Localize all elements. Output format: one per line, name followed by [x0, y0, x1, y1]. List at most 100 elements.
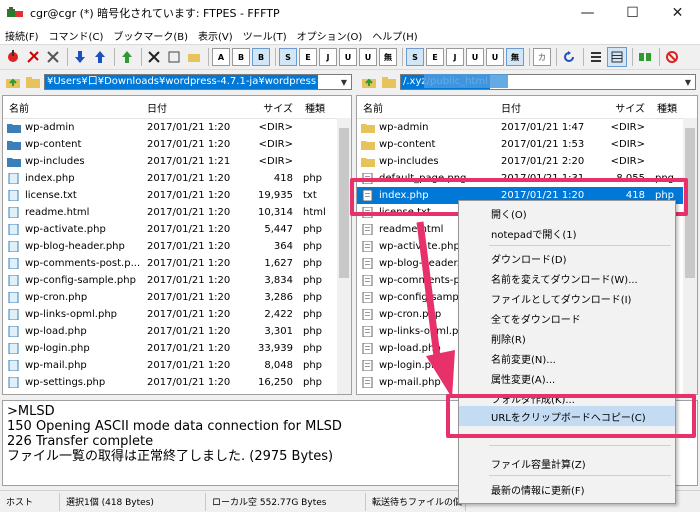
quick-connect-icon[interactable] [24, 48, 42, 66]
kanji-sjis-button[interactable]: S [279, 48, 297, 66]
ctx-copy-url[interactable]: URLをクリップボードへコピー(C) [459, 406, 675, 426]
file-row[interactable]: index.php 2017/01/21 1:20 418 php [3, 170, 351, 187]
ctx-refresh[interactable]: 最新の情報に更新(F) [459, 479, 675, 499]
ctx-download-as-file[interactable]: ファイルとしてダウンロード(I) [459, 288, 675, 308]
local-scrollbar[interactable] [337, 118, 351, 394]
file-size: <DIR> [258, 139, 293, 150]
open-folder-icon[interactable] [24, 74, 42, 90]
sync-browse-icon[interactable] [636, 48, 654, 66]
menu-options[interactable]: オプション(O) [292, 28, 368, 43]
file-name: readme.html [379, 224, 444, 235]
ctx-delete[interactable]: 削除(R) [459, 328, 675, 348]
column-size[interactable]: サイズ [595, 100, 651, 115]
column-name[interactable]: 名前 [357, 100, 495, 115]
chevron-down-icon[interactable]: ▼ [681, 75, 695, 89]
close-button[interactable]: ✕ [655, 0, 700, 26]
connect-icon[interactable] [4, 48, 22, 66]
mirror-upload-icon[interactable] [118, 48, 136, 66]
file-row[interactable]: wp-load.php 2017/01/21 1:20 3,301 php [3, 323, 351, 340]
local-jis-button[interactable]: J [446, 48, 464, 66]
menu-view[interactable]: 表示(V) [193, 28, 238, 43]
ctx-open[interactable]: 開く(O) [459, 203, 675, 223]
file-row[interactable]: wp-activate.php 2017/01/21 1:20 5,447 php [3, 221, 351, 238]
file-row[interactable]: wp-settings.php 2017/01/21 1:20 16,250 php [3, 374, 351, 391]
ctx-open-notepad[interactable]: notepadで開く(1) [459, 223, 675, 243]
chevron-down-icon[interactable]: ▼ [337, 75, 351, 89]
column-type[interactable]: 種類 [299, 100, 339, 115]
local-path-input[interactable]: ¥Users¥口¥Downloads¥wordpress-4.7.1-ja¥wo… [44, 74, 352, 90]
column-date[interactable]: 日付 [495, 100, 595, 115]
file-row[interactable]: wp-comments-post.p... 2017/01/21 1:20 1,62… [3, 255, 351, 272]
list-view-icon[interactable] [587, 48, 605, 66]
file-row[interactable]: wp-includes 2017/01/21 1:21 <DIR> [3, 153, 351, 170]
stop-icon[interactable] [663, 48, 681, 66]
delete-icon[interactable] [145, 48, 163, 66]
upload-arrow-icon[interactable] [91, 48, 109, 66]
file-row[interactable]: wp-mail.php 2017/01/21 1:20 8,048 php [3, 357, 351, 374]
file-row[interactable]: wp-config-sample.php 2017/01/21 1:20 3,834… [3, 272, 351, 289]
kanji-jis-button[interactable]: J [319, 48, 337, 66]
open-folder-icon[interactable] [380, 74, 398, 90]
file-name: wp-activate.php [379, 241, 460, 252]
new-folder-icon[interactable] [185, 48, 203, 66]
file-row[interactable]: wp-cron.php 2017/01/21 1:20 3,286 php [3, 289, 351, 306]
menu-command[interactable]: コマンド(C) [44, 28, 109, 43]
ctx-download-as[interactable]: 名前を変えてダウンロード(W)... [459, 268, 675, 288]
ctx-download-all[interactable]: 全てをダウンロード [459, 308, 675, 328]
file-row[interactable]: readme.html 2017/01/21 1:20 10,314 html [3, 204, 351, 221]
disconnect-icon[interactable] [44, 48, 62, 66]
ctx-download[interactable]: ダウンロード(D) [459, 248, 675, 268]
file-row[interactable]: wp-links-opml.php 2017/01/21 1:20 2,422 php [3, 306, 351, 323]
ascii-mode-button[interactable]: A [212, 48, 230, 66]
column-type[interactable]: 種類 [651, 100, 685, 115]
remote-scrollbar[interactable] [683, 118, 697, 394]
file-row[interactable]: default_page.png 2017/01/21 1:31 8,055 png [357, 170, 697, 187]
local-none-button[interactable]: 無 [506, 48, 524, 66]
file-row[interactable]: license.txt 2017/01/21 1:20 19,935 txt [3, 187, 351, 204]
file-row[interactable]: wp-content 2017/01/21 1:53 <DIR> [357, 136, 697, 153]
download-arrow-icon[interactable] [71, 48, 89, 66]
kanji-euc-button[interactable]: E [299, 48, 317, 66]
maximize-button[interactable]: ☐ [610, 0, 655, 26]
ctx-change-attributes[interactable]: 属性変更(A)... [459, 368, 675, 388]
ctx-rename[interactable]: 名前変更(N)... [459, 348, 675, 368]
file-row[interactable]: wp-content 2017/01/21 1:20 <DIR> [3, 136, 351, 153]
detail-view-icon[interactable] [607, 47, 627, 67]
menu-tools[interactable]: ツール(T) [238, 28, 292, 43]
ctx-calc-size[interactable]: ファイル容量計算(Z) [459, 453, 675, 473]
column-name[interactable]: 名前 [3, 100, 141, 115]
refresh-icon[interactable] [560, 48, 578, 66]
column-date[interactable]: 日付 [141, 100, 241, 115]
file-row[interactable]: wp-login.php 2017/01/21 1:20 33,939 php [3, 340, 351, 357]
local-utf8bom-button[interactable]: U [486, 48, 504, 66]
parent-folder-icon[interactable] [4, 74, 22, 90]
scrollbar-thumb[interactable] [685, 128, 695, 278]
auto-mode-button[interactable]: B [252, 48, 270, 66]
scrollbar-thumb[interactable] [339, 128, 349, 278]
file-row[interactable]: wp-admin 2017/01/21 1:47 <DIR> [357, 119, 697, 136]
kana-convert-button[interactable]: カ [533, 48, 551, 66]
file-row[interactable]: wp-includes 2017/01/21 2:20 <DIR> [357, 153, 697, 170]
column-size[interactable]: サイズ [241, 100, 299, 115]
parent-folder-icon[interactable] [360, 74, 378, 90]
file-size: 1,627 [264, 258, 293, 269]
file-row[interactable]: wp-admin 2017/01/21 1:20 <DIR> [3, 119, 351, 136]
folder-icon [7, 156, 25, 167]
menu-help[interactable]: ヘルプ(H) [367, 28, 422, 43]
local-utf8n-button[interactable]: U [466, 48, 484, 66]
menu-connect[interactable]: 接続(F) [0, 28, 44, 43]
menu-bookmark[interactable]: ブックマーク(B) [108, 28, 193, 43]
kanji-utf8bom-button[interactable]: U [359, 48, 377, 66]
kanji-utf8n-button[interactable]: U [339, 48, 357, 66]
file-type: php [303, 224, 323, 235]
ctx-create-folder[interactable]: フォルダ作成(K)... [459, 388, 675, 408]
file-row[interactable]: wp-blog-header.php 2017/01/21 1:20 364 php [3, 238, 351, 255]
local-file-list[interactable]: 名前 日付 サイズ 種類 wp-admin 2017/01/21 1:20 <DIR… [2, 95, 352, 395]
rename-icon[interactable] [165, 48, 183, 66]
status-local-free: ローカル空 552.77G Bytes [206, 492, 366, 511]
binary-mode-button[interactable]: B [232, 48, 250, 66]
minimize-button[interactable]: — [565, 0, 610, 26]
kanji-none-button[interactable]: 無 [379, 48, 397, 66]
local-sjis-button[interactable]: S [406, 48, 424, 66]
local-euc-button[interactable]: E [426, 48, 444, 66]
